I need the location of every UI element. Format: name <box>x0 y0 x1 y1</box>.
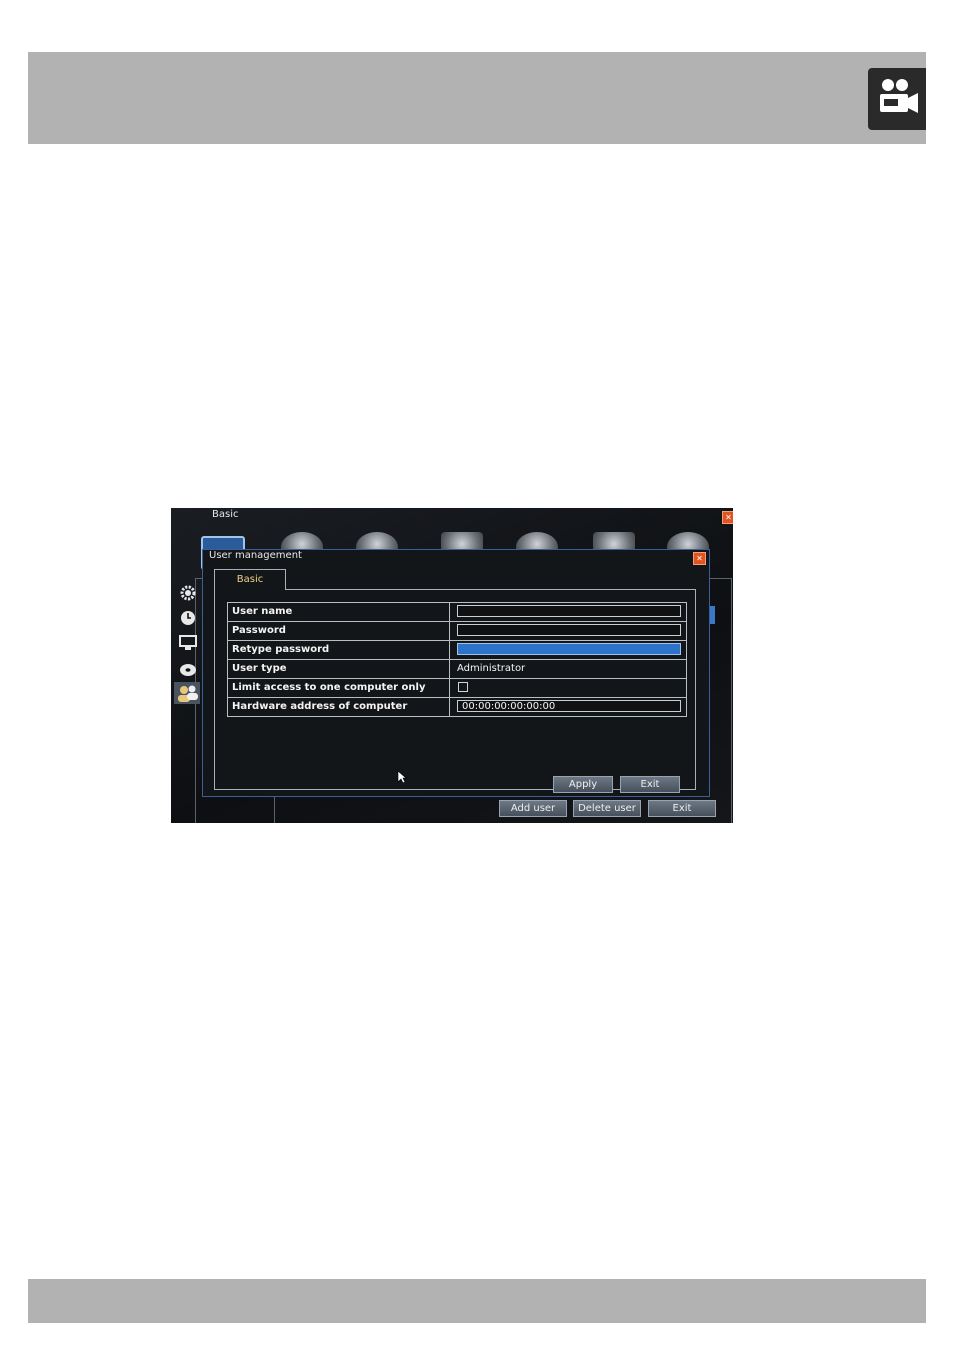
window-title: Basic <box>212 509 239 520</box>
apply-button[interactable]: Apply <box>553 776 613 793</box>
gear-icon[interactable] <box>178 584 198 602</box>
tab-panel-basic: User name Password Retype password User … <box>214 589 696 793</box>
user-name-input[interactable] <box>457 605 681 617</box>
retype-password-label: Retype password <box>228 641 450 659</box>
form-row-user-type: User type Administrator <box>227 660 687 679</box>
side-nav <box>171 578 201 718</box>
delete-user-button[interactable]: Delete user <box>573 800 641 817</box>
dialog-close-icon[interactable]: ✕ <box>693 552 706 565</box>
form-row-user-name: User name <box>227 602 687 622</box>
hardware-address-input[interactable]: 00:00:00:00:00:00 <box>457 700 681 712</box>
dvr-screen: Basic ✕ Add user Delete user Exit User m… <box>171 508 733 823</box>
user-name-label: User name <box>228 603 450 621</box>
clock-icon[interactable] <box>178 609 198 627</box>
page-footer-bar <box>28 1279 926 1323</box>
retype-password-input[interactable] <box>457 643 681 655</box>
video-camera-users-icon <box>868 68 926 130</box>
monitor-icon[interactable] <box>178 634 198 652</box>
page-header-bar <box>28 52 926 144</box>
tab-basic[interactable]: Basic <box>214 569 286 590</box>
exit-button[interactable]: Exit <box>648 800 716 817</box>
form-row-hardware-address: Hardware address of computer 00:00:00:00… <box>227 698 687 717</box>
user-type-label: User type <box>228 660 450 678</box>
user-type-value[interactable]: Administrator <box>455 660 688 678</box>
mouse-pointer-icon <box>397 770 407 784</box>
users-icon[interactable] <box>174 682 200 704</box>
form-row-limit-access: Limit access to one computer only <box>227 679 687 698</box>
user-management-dialog: User management ✕ Basic User name Passwo… <box>202 549 710 797</box>
hardware-address-label: Hardware address of computer <box>228 698 450 716</box>
form-row-retype-password: Retype password <box>227 641 687 660</box>
user-form: User name Password Retype password User … <box>227 602 687 717</box>
form-row-password: Password <box>227 622 687 641</box>
dialog-title: User management <box>209 550 302 561</box>
limit-access-checkbox[interactable] <box>458 682 468 692</box>
disc-icon[interactable] <box>178 660 198 678</box>
window-close-icon[interactable]: ✕ <box>722 511 733 524</box>
dialog-exit-button[interactable]: Exit <box>620 776 680 793</box>
add-user-button[interactable]: Add user <box>499 800 567 817</box>
password-input[interactable] <box>457 624 681 636</box>
limit-access-label: Limit access to one computer only <box>228 679 450 697</box>
password-label: Password <box>228 622 450 640</box>
